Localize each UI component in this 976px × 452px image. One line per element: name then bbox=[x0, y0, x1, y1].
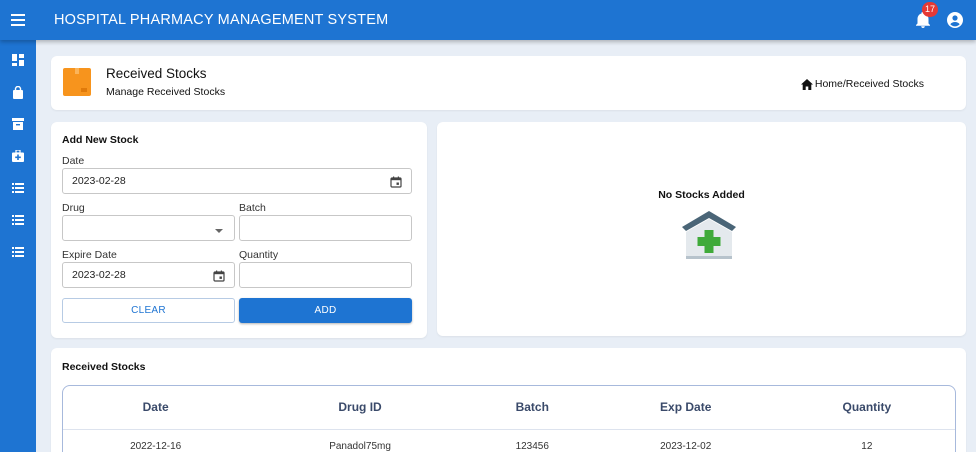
sidebar-item-list-2[interactable] bbox=[0, 204, 36, 236]
table-heading: Received Stocks bbox=[62, 361, 146, 373]
received-stocks-panel: Received Stocks Date Drug ID Batch Exp D… bbox=[51, 348, 966, 452]
table-cell-date: 2022-12-16 bbox=[130, 440, 182, 452]
drug-select[interactable] bbox=[62, 215, 235, 241]
table-cell-drug-id: Panadol75mg bbox=[329, 440, 391, 452]
medical-bag-icon bbox=[12, 150, 24, 162]
menu-icon[interactable] bbox=[0, 0, 36, 40]
date-label: Date bbox=[62, 155, 85, 167]
stock-preview-panel: No Stocks Added bbox=[437, 122, 966, 336]
list-icon bbox=[12, 183, 24, 193]
table-cell-quantity: 12 bbox=[861, 440, 873, 452]
drug-label: Drug bbox=[62, 202, 85, 214]
app-bar: HOSPITAL PHARMACY MANAGEMENT SYSTEM 17 bbox=[0, 0, 976, 40]
batch-field[interactable] bbox=[239, 215, 412, 241]
column-header-exp-date[interactable]: Exp Date bbox=[592, 386, 779, 430]
account-icon[interactable] bbox=[946, 11, 964, 29]
hospital-icon bbox=[682, 211, 736, 259]
sidebar-item-dashboard[interactable] bbox=[0, 44, 36, 76]
clear-button[interactable]: CLEAR bbox=[62, 298, 235, 323]
breadcrumb-text: Home/Received Stocks bbox=[814, 78, 924, 90]
sidebar-item-medical[interactable] bbox=[0, 140, 36, 172]
expire-date-field[interactable]: 2023-02-28 bbox=[62, 262, 235, 288]
date-value: 2023-02-28 bbox=[72, 175, 126, 187]
page-subtitle: Manage Received Stocks bbox=[106, 86, 226, 98]
dashboard-icon bbox=[12, 54, 24, 66]
app-title: HOSPITAL PHARMACY MANAGEMENT SYSTEM bbox=[54, 12, 389, 28]
column-header-drug-id[interactable]: Drug ID bbox=[248, 386, 472, 430]
add-button[interactable]: ADD bbox=[239, 298, 412, 323]
table-cell-batch: 123456 bbox=[515, 440, 549, 452]
received-stocks-table: Date Drug ID Batch Exp Date Quantity 202… bbox=[62, 385, 956, 452]
column-header-date[interactable]: Date bbox=[63, 386, 249, 430]
calendar-icon[interactable] bbox=[212, 269, 226, 283]
column-header-quantity[interactable]: Quantity bbox=[778, 386, 955, 430]
home-icon bbox=[800, 78, 813, 90]
table-cell-exp-date: 2023-12-02 bbox=[660, 440, 712, 452]
notification-badge: 17 bbox=[922, 2, 939, 17]
quantity-label: Quantity bbox=[239, 249, 279, 261]
date-field[interactable]: 2023-02-28 bbox=[62, 168, 412, 194]
page-header: Received Stocks Manage Received Stocks H… bbox=[51, 56, 966, 110]
form-heading: Add New Stock bbox=[62, 134, 139, 146]
expire-date-value: 2023-02-28 bbox=[72, 269, 126, 281]
breadcrumb[interactable]: Home/Received Stocks bbox=[800, 78, 924, 90]
empty-state-text: No Stocks Added bbox=[658, 189, 745, 201]
sidebar-item-list-1[interactable] bbox=[0, 172, 36, 204]
table-row[interactable]: 2022-12-16 Panadol75mg 123456 2023-12-02… bbox=[63, 429, 955, 452]
chevron-down-icon bbox=[212, 222, 226, 236]
package-icon bbox=[63, 68, 91, 96]
sidebar bbox=[0, 40, 36, 452]
add-stock-form: Add New Stock Date 2023-02-28 Drug Batch… bbox=[51, 122, 427, 338]
batch-label: Batch bbox=[239, 202, 266, 214]
table-header-row: Date Drug ID Batch Exp Date Quantity bbox=[63, 386, 955, 430]
sidebar-item-inventory[interactable] bbox=[0, 108, 36, 140]
archive-box-icon bbox=[12, 118, 24, 130]
list-icon bbox=[12, 215, 24, 225]
notifications-button[interactable]: 17 bbox=[914, 2, 939, 29]
sidebar-item-orders[interactable] bbox=[0, 76, 36, 108]
page-title: Received Stocks bbox=[106, 66, 207, 81]
column-header-batch[interactable]: Batch bbox=[471, 386, 593, 430]
shopping-bag-icon bbox=[13, 85, 23, 99]
quantity-field[interactable] bbox=[239, 262, 412, 288]
list-icon bbox=[12, 247, 24, 257]
calendar-icon[interactable] bbox=[389, 175, 403, 189]
sidebar-item-list-3[interactable] bbox=[0, 236, 36, 268]
expire-date-label: Expire Date bbox=[62, 249, 117, 261]
